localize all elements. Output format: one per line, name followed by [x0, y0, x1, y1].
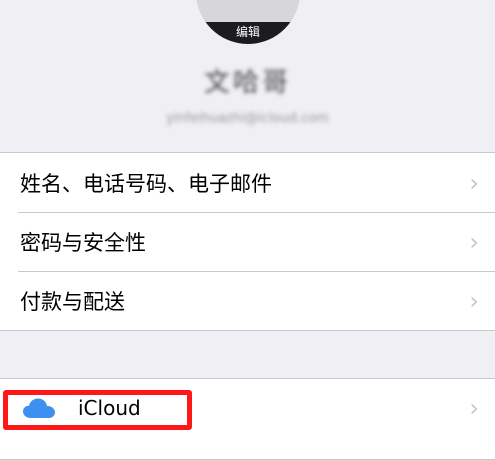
avatar[interactable]: 编辑 [196, 0, 300, 44]
row-label: 付款与配送 [20, 289, 125, 314]
row-password-security[interactable]: 密码与安全性 › [0, 212, 495, 271]
account-settings-group: 姓名、电话号码、电子邮件 › 密码与安全性 › 付款与配送 › [0, 152, 495, 331]
profile-email: yinfeihuazhi@icloud.com [166, 111, 329, 126]
row-name-phone-email[interactable]: 姓名、电话号码、电子邮件 › [0, 153, 495, 212]
services-group: iCloud › [0, 378, 495, 460]
chevron-right-icon: › [469, 394, 479, 422]
row-payment-shipping[interactable]: 付款与配送 › [0, 271, 495, 330]
row-label: iCloud [78, 396, 141, 420]
chevron-right-icon: › [469, 168, 479, 197]
profile-header: 编辑 文哈哥 yinfeihuazhi@icloud.com [0, 0, 495, 152]
chevron-right-icon: › [469, 227, 479, 256]
chevron-right-icon: › [469, 286, 479, 315]
avatar-edit-label[interactable]: 编辑 [196, 22, 300, 44]
row-label: 姓名、电话号码、电子邮件 [20, 171, 272, 196]
row-label: 密码与安全性 [20, 230, 146, 255]
icloud-icon [23, 398, 55, 418]
row-icloud[interactable]: iCloud › [0, 379, 495, 437]
profile-name: 文哈哥 [203, 68, 291, 98]
